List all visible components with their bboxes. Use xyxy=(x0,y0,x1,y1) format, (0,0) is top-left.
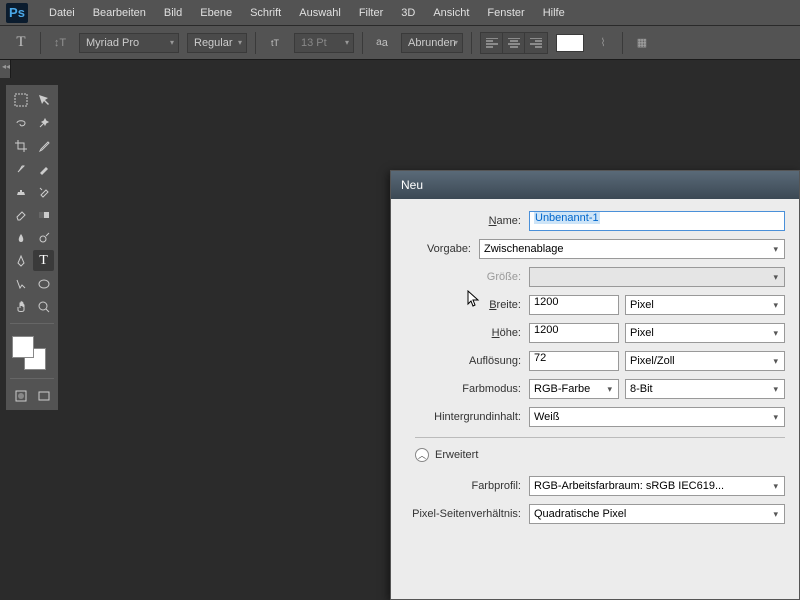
align-left-icon[interactable] xyxy=(481,33,503,53)
dialog-titlebar[interactable]: Neu xyxy=(391,171,799,199)
menu-ansicht[interactable]: Ansicht xyxy=(424,7,478,19)
brush-tool-icon[interactable] xyxy=(33,158,54,179)
colorprofile-label: Farbprofil: xyxy=(399,480,529,492)
menu-3d[interactable]: 3D xyxy=(392,7,424,19)
type-tool-icon: T xyxy=(10,32,32,54)
color-swatches[interactable] xyxy=(12,336,54,372)
size-label: Größe: xyxy=(399,271,529,283)
clone-stamp-tool-icon[interactable] xyxy=(10,181,31,202)
warp-text-icon[interactable]: ⌇ xyxy=(592,32,614,54)
width-input[interactable]: 1200 xyxy=(529,295,619,315)
height-label: Höhe: xyxy=(399,327,529,339)
menubar: Ps Datei Bearbeiten Bild Ebene Schrift A… xyxy=(0,0,800,26)
eraser-tool-icon[interactable] xyxy=(10,204,31,225)
advanced-label: Erweitert xyxy=(435,449,478,461)
pen-tool-icon[interactable] xyxy=(10,250,31,271)
screenmode-icon[interactable] xyxy=(33,385,54,406)
chevron-up-icon: ︿ xyxy=(415,448,429,462)
menu-filter[interactable]: Filter xyxy=(350,7,392,19)
menu-fenster[interactable]: Fenster xyxy=(478,7,533,19)
resolution-label: Auflösung: xyxy=(399,355,529,367)
font-family-dropdown[interactable]: Myriad Pro xyxy=(79,33,179,53)
text-align-group xyxy=(480,32,548,54)
history-brush-tool-icon[interactable] xyxy=(33,181,54,202)
height-input[interactable]: 1200 xyxy=(529,323,619,343)
background-label: Hintergrundinhalt: xyxy=(399,411,529,423)
crop-tool-icon[interactable] xyxy=(10,135,31,156)
photoshop-logo: Ps xyxy=(6,3,28,23)
marquee-tool-icon[interactable] xyxy=(10,89,31,110)
zoom-tool-icon[interactable] xyxy=(33,296,54,317)
options-bar: T ↕T Myriad Pro Regular tT 13 Pt aa Abru… xyxy=(0,26,800,60)
colorprofile-dropdown[interactable]: RGB-Arbeitsfarbraum: sRGB IEC619... xyxy=(529,476,785,496)
eyedropper-tool-icon[interactable] xyxy=(33,135,54,156)
resolution-input[interactable]: 72 xyxy=(529,351,619,371)
menu-datei[interactable]: Datei xyxy=(40,7,84,19)
text-orientation-icon[interactable]: ↕T xyxy=(49,32,71,54)
type-tool-icon[interactable]: T xyxy=(33,250,54,271)
resolution-unit-dropdown[interactable]: Pixel/Zoll xyxy=(625,351,785,371)
lasso-tool-icon[interactable] xyxy=(10,112,31,133)
panels-icon[interactable]: ▦ xyxy=(631,32,653,54)
align-center-icon[interactable] xyxy=(503,33,525,53)
name-input[interactable]: Unbenannt-1 xyxy=(529,211,785,231)
menu-hilfe[interactable]: Hilfe xyxy=(534,7,574,19)
background-dropdown[interactable]: Weiß xyxy=(529,407,785,427)
shape-tool-icon[interactable] xyxy=(33,273,54,294)
size-dropdown xyxy=(529,267,785,287)
advanced-toggle[interactable]: ︿ Erweitert xyxy=(415,448,785,462)
magic-wand-tool-icon[interactable] xyxy=(33,112,54,133)
dodge-tool-icon[interactable] xyxy=(33,227,54,248)
hand-tool-icon[interactable] xyxy=(10,296,31,317)
font-weight-dropdown[interactable]: Regular xyxy=(187,33,247,53)
preset-dropdown[interactable]: Zwischenablage xyxy=(479,239,785,259)
pixelaspect-dropdown[interactable]: Quadratische Pixel xyxy=(529,504,785,524)
colormode-dropdown[interactable]: RGB-Farbe xyxy=(529,379,619,399)
move-tool-icon[interactable] xyxy=(33,89,54,110)
bitdepth-dropdown[interactable]: 8-Bit xyxy=(625,379,785,399)
path-selection-tool-icon[interactable] xyxy=(10,273,31,294)
name-label: Name: xyxy=(399,215,529,227)
healing-brush-tool-icon[interactable] xyxy=(10,158,31,179)
toolbox: T xyxy=(6,85,58,410)
new-document-dialog: Neu Name: Unbenannt-1 Vorgabe: Zwischena… xyxy=(390,170,800,600)
menu-ebene[interactable]: Ebene xyxy=(191,7,241,19)
blur-tool-icon[interactable] xyxy=(10,227,31,248)
pixelaspect-label: Pixel-Seitenverhältnis: xyxy=(399,508,529,520)
menu-auswahl[interactable]: Auswahl xyxy=(290,7,350,19)
width-label: Breite: xyxy=(399,299,529,311)
width-unit-dropdown[interactable]: Pixel xyxy=(625,295,785,315)
align-right-icon[interactable] xyxy=(525,33,547,53)
antialias-dropdown[interactable]: Abrunden xyxy=(401,33,463,53)
menu-schrift[interactable]: Schrift xyxy=(241,7,290,19)
height-unit-dropdown[interactable]: Pixel xyxy=(625,323,785,343)
quickmask-icon[interactable] xyxy=(10,385,31,406)
colormode-label: Farbmodus: xyxy=(399,383,529,395)
text-color-swatch[interactable] xyxy=(556,34,584,52)
panel-collapse-strip[interactable]: ◂◂ xyxy=(0,60,11,78)
foreground-color[interactable] xyxy=(12,336,34,358)
preset-label: Vorgabe: xyxy=(399,243,479,255)
menu-bearbeiten[interactable]: Bearbeiten xyxy=(84,7,155,19)
gradient-tool-icon[interactable] xyxy=(33,204,54,225)
menu-bild[interactable]: Bild xyxy=(155,7,191,19)
font-size-dropdown[interactable]: 13 Pt xyxy=(294,33,354,53)
font-size-icon: tT xyxy=(264,32,286,54)
antialias-icon: aa xyxy=(371,32,393,54)
